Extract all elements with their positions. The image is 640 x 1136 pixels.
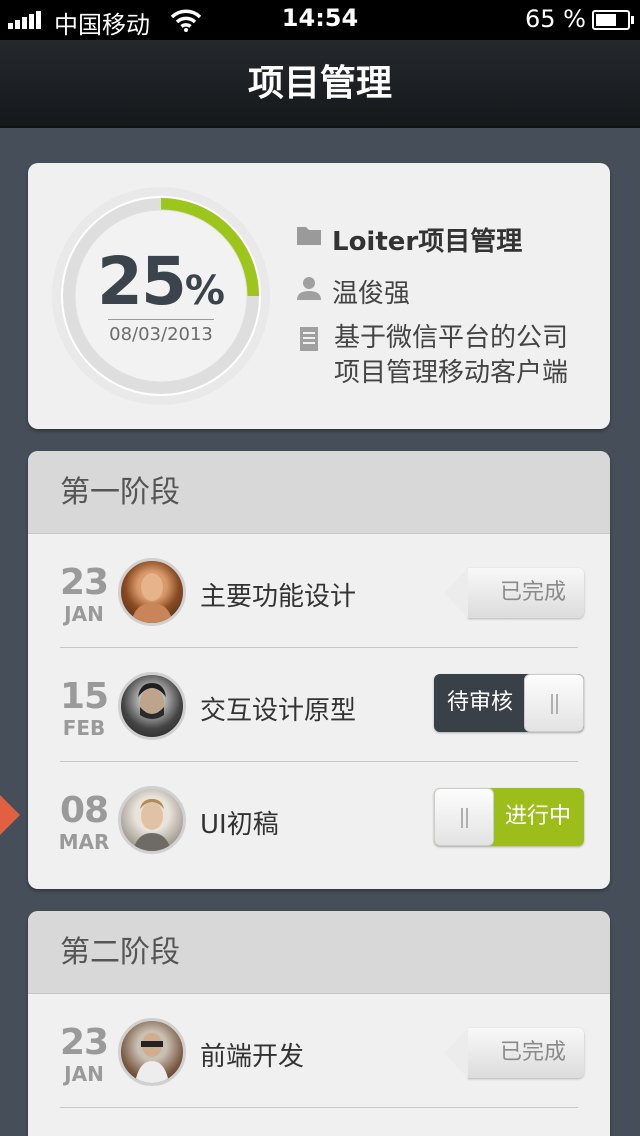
task-day: 15 — [60, 676, 109, 717]
project-summary-card: 25% 08/03/2013 Loiter项目管理 温俊强 基于微信平台的公司项… — [28, 163, 610, 429]
task-day: 23 — [60, 1022, 109, 1063]
status-toggle-review[interactable]: 待审核 — [434, 674, 584, 732]
status-label: 已完成 — [499, 1040, 566, 1065]
task-month: JAN — [64, 602, 104, 626]
current-task-marker — [0, 795, 20, 835]
task-name: 主要功能设计 — [200, 582, 357, 612]
avatar — [118, 672, 186, 740]
status-badge-done[interactable]: 已完成 — [444, 1028, 584, 1078]
phase-title: 第一阶段 — [28, 451, 610, 534]
task-month: JAN — [64, 1062, 104, 1086]
task-row[interactable]: 23 JAN 主要功能设计 已完成 — [28, 534, 610, 648]
task-month: FEB — [62, 716, 106, 740]
avatar — [118, 786, 186, 854]
status-label: 已完成 — [499, 580, 566, 605]
task-name: 交互设计原型 — [200, 696, 357, 726]
status-badge-done[interactable]: 已完成 — [444, 568, 584, 618]
progress-percent: 25% — [50, 243, 272, 320]
phase-card: 第一阶段 23 JAN 主要功能设计 已完成 15 FEB 交互设计原型 待审核… — [28, 451, 610, 889]
avatar — [118, 558, 186, 626]
status-label: 进行中 — [504, 804, 571, 829]
nav-bar: 项目管理 — [0, 40, 640, 128]
task-name: 前端开发 — [200, 1042, 305, 1072]
badge-tip — [444, 568, 468, 618]
battery-percent: 65 % — [525, 5, 586, 33]
project-name: Loiter项目管理 — [332, 227, 523, 257]
progress-value: 25 — [97, 243, 187, 320]
user-icon — [296, 275, 322, 308]
project-description: 基于微信平台的公司项目管理移动客户端 — [334, 323, 569, 388]
owner-name: 温俊强 — [332, 279, 411, 309]
task-name: UI初稿 — [200, 810, 279, 840]
status-bar: 中国移动 14:54 65 % — [0, 0, 640, 40]
task-day: 08 — [60, 790, 109, 831]
toggle-knob[interactable] — [434, 788, 494, 846]
phase-title: 第二阶段 — [28, 911, 610, 994]
badge-tip — [444, 1028, 468, 1078]
task-day: 23 — [60, 562, 109, 603]
progress-readout: 25% 08/03/2013 — [50, 185, 272, 407]
battery-icon — [592, 10, 634, 30]
toggle-knob[interactable] — [524, 674, 584, 732]
row-divider — [60, 1107, 578, 1108]
task-month: MAR — [58, 830, 110, 854]
task-row[interactable]: 15 FEB 交互设计原型 待审核 — [28, 648, 610, 762]
task-row[interactable]: 23 JAN 前端开发 已完成 — [28, 994, 610, 1108]
project-date: 08/03/2013 — [109, 324, 213, 345]
document-icon — [300, 327, 318, 358]
folder-icon — [296, 223, 322, 253]
phase-card: 第二阶段 23 JAN 前端开发 已完成 — [28, 911, 610, 1136]
status-toggle-in-progress[interactable]: 进行中 — [434, 788, 584, 846]
task-row-current[interactable]: 08 MAR UI初稿 进行中 — [28, 762, 610, 876]
battery-level — [596, 14, 616, 26]
progress-divider — [108, 319, 214, 320]
avatar — [118, 1018, 186, 1086]
progress-unit: % — [184, 268, 225, 314]
status-label: 待审核 — [446, 690, 513, 715]
page-title: 项目管理 — [247, 63, 392, 104]
